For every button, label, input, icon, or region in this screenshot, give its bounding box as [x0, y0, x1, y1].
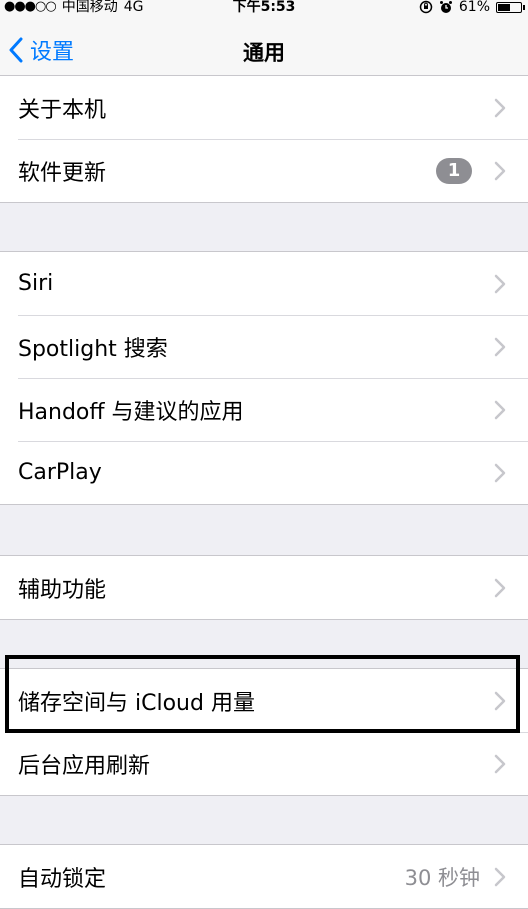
chevron-right-icon [494, 161, 506, 180]
list-item-carplay[interactable]: CarPlay [0, 441, 528, 504]
status-bar: ●●●○○ 中国移动 4G 下午5:53 61% [0, 0, 528, 20]
list-item-accessibility[interactable]: 辅助功能 [0, 556, 528, 619]
battery-level-fill [498, 3, 511, 11]
navigation-bar: 设置 通用 [0, 20, 528, 83]
chevron-right-icon [494, 98, 506, 117]
settings-group-auto-lock: 自动锁定 30 秒钟 [0, 844, 528, 909]
row-label: Siri [18, 271, 54, 296]
list-item-spotlight[interactable]: Spotlight 搜索 [0, 315, 528, 378]
row-label: 辅助功能 [18, 577, 107, 603]
row-label: 自动锁定 [18, 866, 107, 892]
chevron-right-icon [494, 337, 506, 356]
row-label: Spotlight 搜索 [18, 336, 168, 362]
chevron-right-icon [494, 691, 506, 710]
row-label: CarPlay [18, 460, 102, 485]
orientation-lock-icon [419, 0, 433, 14]
status-right: 61% [419, 0, 525, 16]
row-label: Handoff 与建议的应用 [18, 399, 244, 425]
list-item-auto-lock[interactable]: 自动锁定 30 秒钟 [0, 845, 528, 908]
chevron-right-icon [494, 400, 506, 419]
row-value: 30 秒钟 [404, 865, 480, 890]
settings-group-accessibility: 辅助功能 [0, 555, 528, 620]
chevron-right-icon [494, 867, 506, 886]
settings-group-siri: Siri Spotlight 搜索 Handoff 与建议的应用 CarPlay [0, 251, 528, 505]
alarm-icon [439, 1, 452, 13]
chevron-right-icon [494, 754, 506, 773]
settings-group-storage: 储存空间与 iCloud 用量 后台应用刷新 [0, 668, 528, 796]
list-item-storage-icloud[interactable]: 储存空间与 iCloud 用量 [0, 669, 528, 732]
list-item-software-update[interactable]: 软件更新 1 [0, 139, 528, 202]
list-item-background-refresh[interactable]: 后台应用刷新 [0, 732, 528, 795]
row-label: 储存空间与 iCloud 用量 [18, 690, 255, 716]
chevron-right-icon [494, 578, 506, 597]
settings-group-about: 关于本机 软件更新 1 [0, 75, 528, 203]
row-label: 软件更新 [18, 160, 107, 186]
battery-icon [496, 1, 525, 13]
list-item-siri[interactable]: Siri [0, 252, 528, 315]
row-label: 关于本机 [18, 97, 107, 123]
list-item-about[interactable]: 关于本机 [0, 76, 528, 139]
battery-percent: 61% [458, 0, 490, 15]
chevron-right-icon [494, 274, 506, 293]
page-title: 通用 [243, 41, 285, 65]
list-item-handoff[interactable]: Handoff 与建议的应用 [0, 378, 528, 441]
row-label: 后台应用刷新 [18, 753, 151, 779]
update-count-badge: 1 [436, 157, 472, 184]
chevron-right-icon [494, 463, 506, 482]
